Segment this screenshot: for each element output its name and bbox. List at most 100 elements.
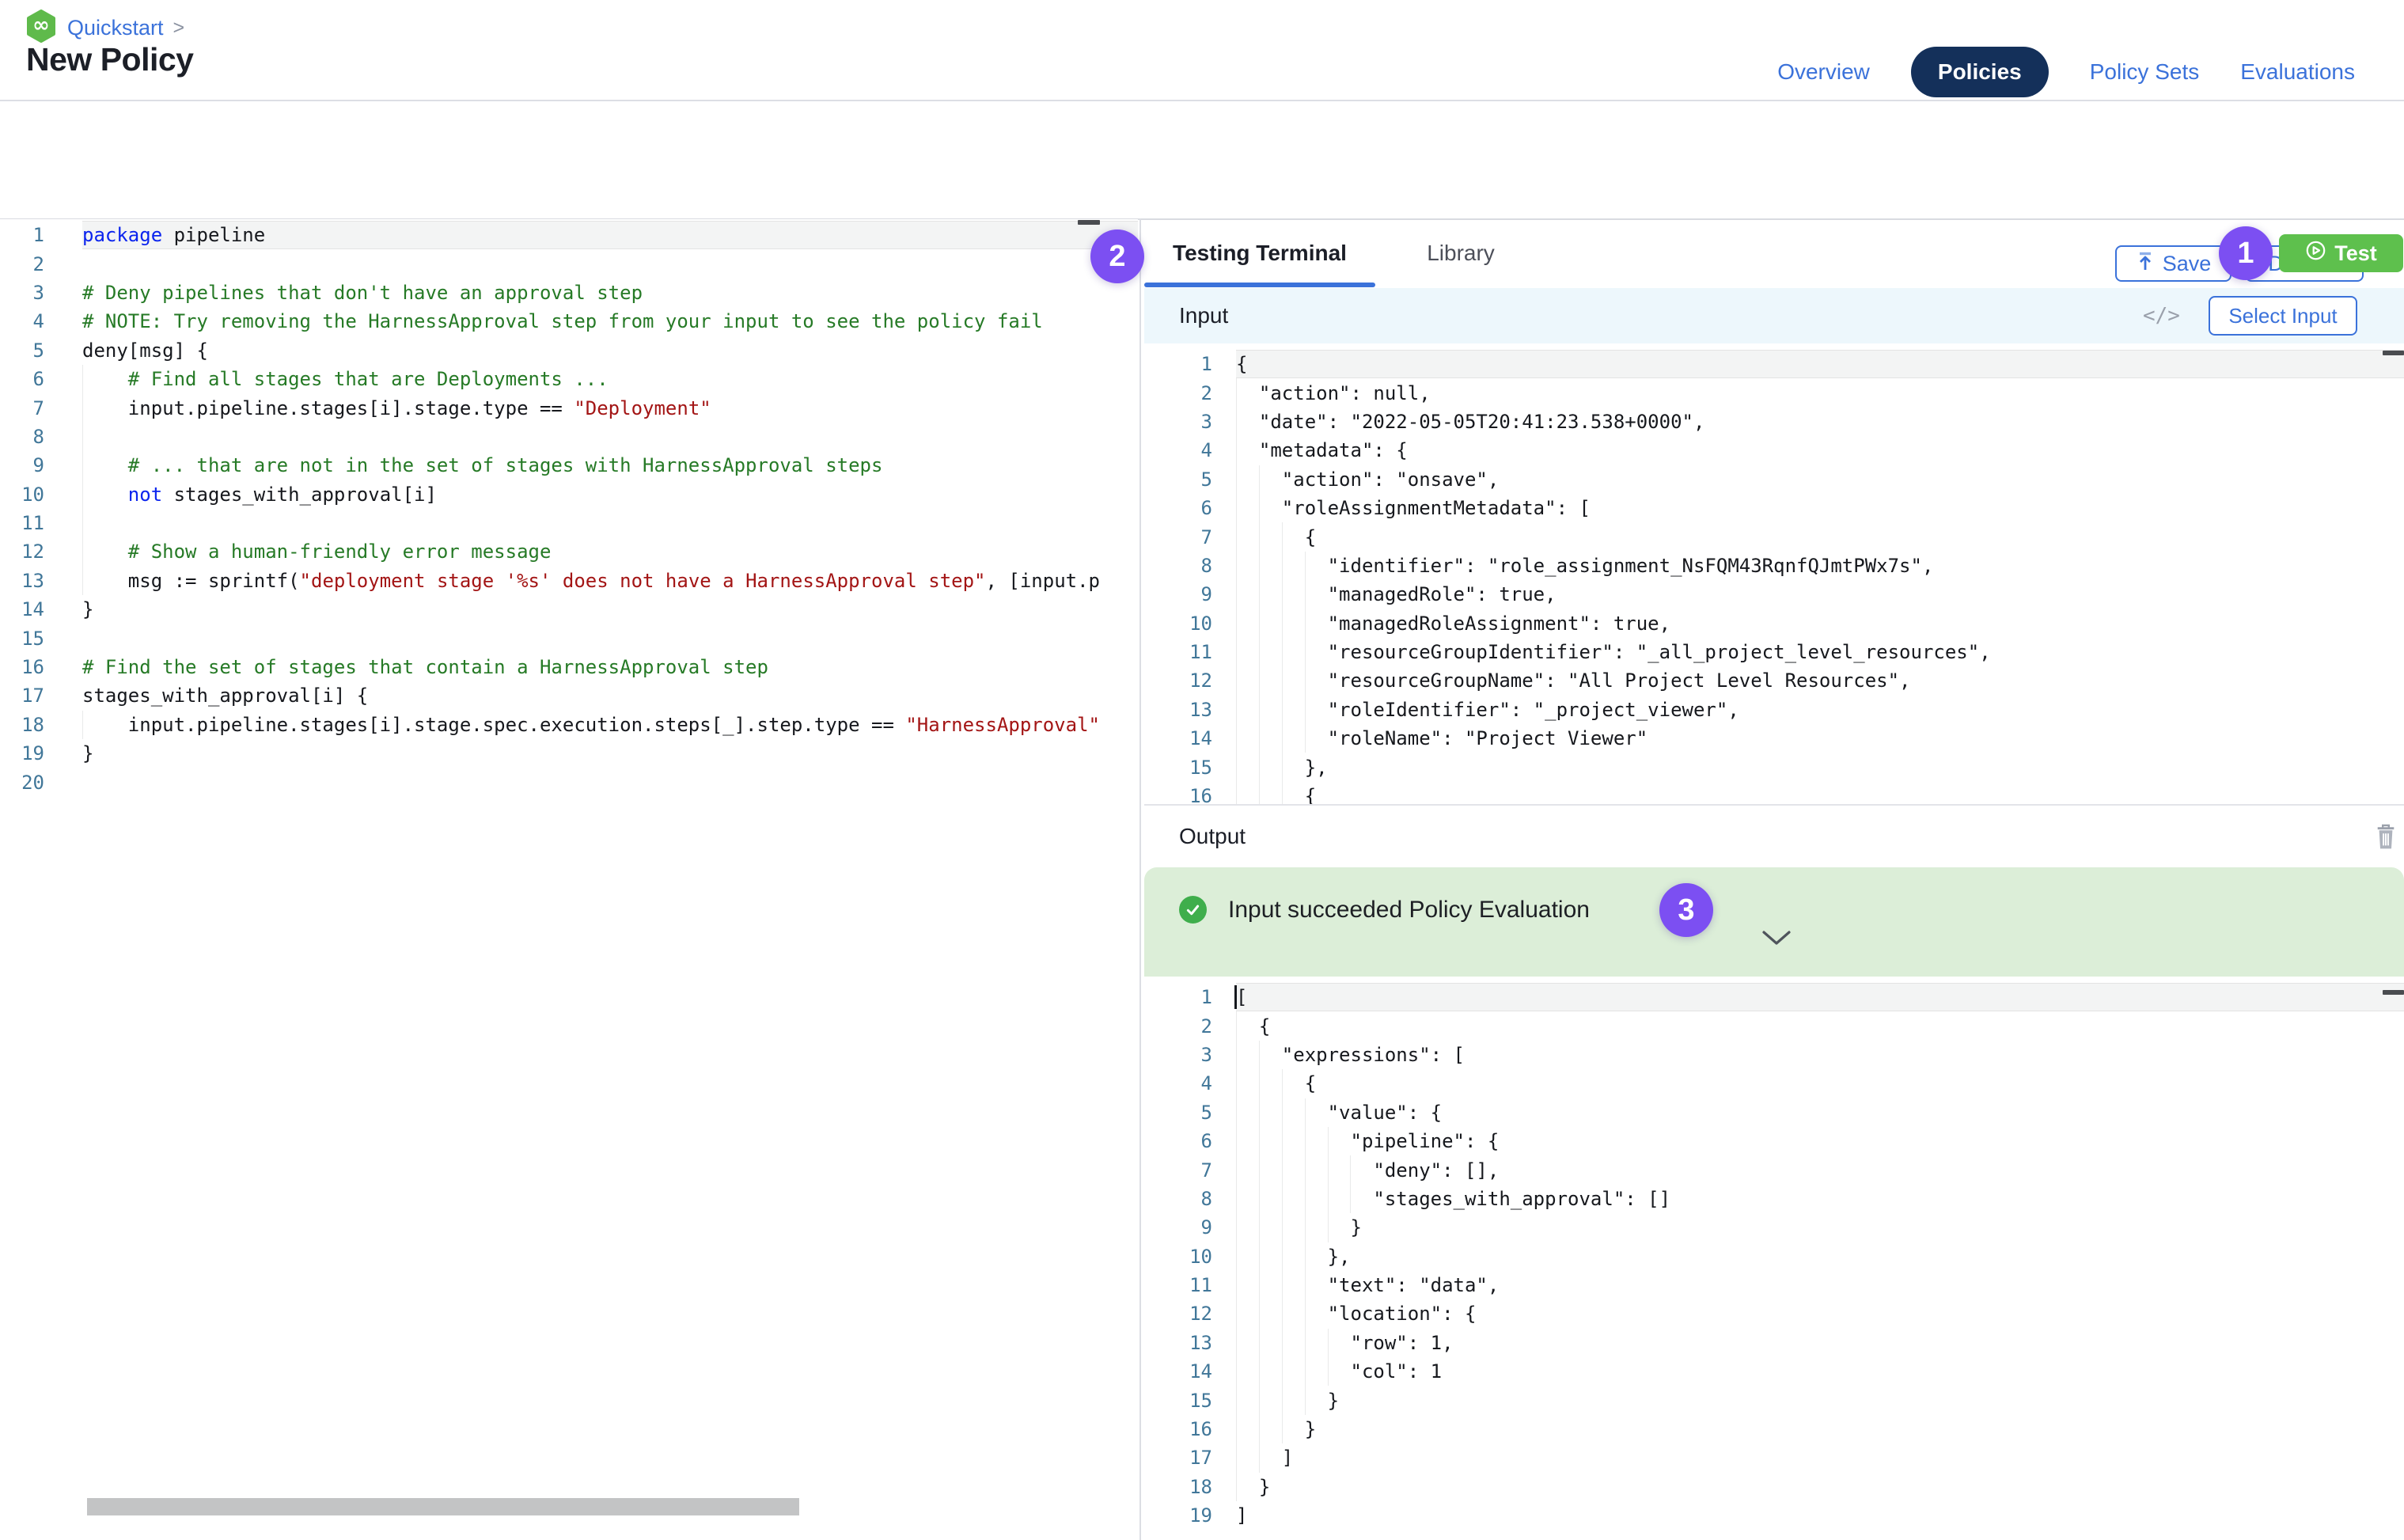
output-title: Output xyxy=(1179,824,1246,849)
code-text: "stages_with_approval": [] xyxy=(1236,1185,2404,1213)
code-line[interactable]: 7 input.pipeline.stages[i].stage.type ==… xyxy=(0,393,1138,422)
code-line[interactable]: 19] xyxy=(1144,1501,2404,1530)
select-input-button[interactable]: Select Input xyxy=(2209,296,2357,336)
code-line[interactable]: 1package pipeline xyxy=(0,221,1138,249)
line-number: 5 xyxy=(1144,468,1212,491)
policy-editor-hscrollbar-thumb[interactable] xyxy=(87,1498,799,1515)
code-line[interactable]: 2 { xyxy=(1144,1011,2404,1040)
code-text: msg := sprintf("deployment stage '%s' do… xyxy=(82,567,1138,595)
code-line[interactable]: 6 # Find all stages that are Deployments… xyxy=(0,365,1138,393)
code-line[interactable]: 16# Find the set of stages that contain … xyxy=(0,653,1138,681)
code-line[interactable]: 9 "managedRole": true, xyxy=(1144,580,2404,609)
code-line[interactable]: 17stages_with_approval[i] { xyxy=(0,681,1138,710)
code-line[interactable]: 13 msg := sprintf("deployment stage '%s'… xyxy=(0,567,1138,595)
code-line[interactable]: 5deny[msg] { xyxy=(0,336,1138,365)
input-editor-scroll-thumb[interactable] xyxy=(2383,351,2404,355)
code-line[interactable]: 11 "resourceGroupIdentifier": "_all_proj… xyxy=(1144,638,2404,666)
policy-code-editor[interactable]: 1package pipeline23# Deny pipelines that… xyxy=(0,219,1138,1495)
evaluation-success-banner: Input succeeded Policy Evaluation xyxy=(1144,867,2404,977)
code-line[interactable]: 13 "row": 1, xyxy=(1144,1329,2404,1357)
code-line[interactable]: 14 "roleName": "Project Viewer" xyxy=(1144,724,2404,753)
line-number: 1 xyxy=(1144,986,1212,1008)
output-editor-scroll-thumb[interactable] xyxy=(2383,990,2404,995)
code-line[interactable]: 19} xyxy=(0,739,1138,768)
code-text xyxy=(82,768,1138,796)
code-line[interactable]: 11 xyxy=(0,509,1138,537)
code-line[interactable]: 18 input.pipeline.stages[i].stage.spec.e… xyxy=(0,711,1138,739)
code-line[interactable]: 9 } xyxy=(1144,1213,2404,1242)
code-line[interactable]: 10 not stages_with_approval[i] xyxy=(0,480,1138,509)
code-line[interactable]: 11 "text": "data", xyxy=(1144,1271,2404,1299)
chevron-down-icon[interactable] xyxy=(1760,929,1793,950)
code-text xyxy=(82,423,1138,451)
page-header: ∞ Quickstart > New Policy Overview Polic… xyxy=(0,0,2404,101)
output-json-editor[interactable]: 1[2 {3 "expressions": [4 {5 "value": {6 … xyxy=(1144,977,2404,1540)
code-line[interactable]: 18 } xyxy=(1144,1473,2404,1501)
code-line[interactable]: 2 "action": null, xyxy=(1144,378,2404,407)
tab-testing-terminal[interactable]: Testing Terminal xyxy=(1144,219,1375,287)
line-number: 12 xyxy=(0,541,44,563)
code-line[interactable]: 12 "location": { xyxy=(1144,1299,2404,1328)
page-title: New Policy xyxy=(26,41,193,78)
code-line[interactable]: 3 "date": "2022-05-05T20:41:23.538+0000"… xyxy=(1144,408,2404,436)
input-json-editor[interactable]: 1{2 "action": null,3 "date": "2022-05-05… xyxy=(1144,343,2404,810)
code-line[interactable]: 1[ xyxy=(1144,983,2404,1011)
code-line[interactable]: 16 } xyxy=(1144,1415,2404,1443)
code-line[interactable]: 7 { xyxy=(1144,522,2404,551)
code-line[interactable]: 12 # Show a human-friendly error message xyxy=(0,537,1138,566)
code-line[interactable]: 5 "value": { xyxy=(1144,1098,2404,1127)
annotation-badge-2: 2 xyxy=(1090,229,1144,283)
code-line[interactable]: 6 "roleAssignmentMetadata": [ xyxy=(1144,494,2404,522)
code-line[interactable]: 8 "stages_with_approval": [] xyxy=(1144,1185,2404,1213)
code-line[interactable]: 14} xyxy=(0,595,1138,624)
code-icon[interactable]: </> xyxy=(2143,304,2180,328)
line-number: 15 xyxy=(0,628,44,650)
code-line[interactable]: 6 "pipeline": { xyxy=(1144,1127,2404,1155)
code-line[interactable]: 9 # ... that are not in the set of stage… xyxy=(0,451,1138,480)
tab-testing-terminal-label: Testing Terminal xyxy=(1173,241,1347,266)
tab-library[interactable]: Library xyxy=(1423,219,1499,287)
breadcrumb-link-quickstart[interactable]: Quickstart xyxy=(67,16,164,40)
line-number: 16 xyxy=(0,656,44,678)
code-line[interactable]: 7 "deny": [], xyxy=(1144,1155,2404,1184)
code-line[interactable]: 15 xyxy=(0,624,1138,652)
annotation-badge-3: 3 xyxy=(1659,883,1713,937)
code-line[interactable]: 10 }, xyxy=(1144,1242,2404,1271)
code-line[interactable]: 4 "metadata": { xyxy=(1144,436,2404,465)
code-line[interactable]: 13 "roleIdentifier": "_project_viewer", xyxy=(1144,696,2404,724)
line-number: 10 xyxy=(0,484,44,506)
code-line[interactable]: 5 "action": "onsave", xyxy=(1144,465,2404,494)
nav-policy-sets[interactable]: Policy Sets xyxy=(2090,59,2200,85)
line-number: 18 xyxy=(1144,1476,1212,1498)
code-line[interactable]: 3# Deny pipelines that don't have an app… xyxy=(0,279,1138,307)
code-text xyxy=(82,249,1138,278)
line-number: 11 xyxy=(1144,641,1212,663)
code-line[interactable]: 1{ xyxy=(1144,350,2404,378)
line-number: 11 xyxy=(1144,1274,1212,1296)
line-number: 9 xyxy=(1144,583,1212,605)
policy-editor-scroll-thumb[interactable] xyxy=(1078,220,1100,225)
nav-overview[interactable]: Overview xyxy=(1777,59,1870,85)
code-line[interactable]: 10 "managedRoleAssignment": true, xyxy=(1144,609,2404,638)
code-line[interactable]: 8 xyxy=(0,423,1138,451)
code-text: } xyxy=(1236,1386,2404,1414)
code-line[interactable]: 4# NOTE: Try removing the HarnessApprova… xyxy=(0,307,1138,336)
code-line[interactable]: 4 { xyxy=(1144,1069,2404,1098)
code-text: { xyxy=(1236,1069,2404,1098)
nav-evaluations[interactable]: Evaluations xyxy=(2240,59,2355,85)
code-text: } xyxy=(1236,1213,2404,1242)
trash-icon[interactable] xyxy=(2376,823,2396,854)
pane-divider[interactable] xyxy=(1139,218,1141,1540)
code-line[interactable]: 14 "col": 1 xyxy=(1144,1357,2404,1386)
code-line[interactable]: 20 xyxy=(0,768,1138,796)
code-line[interactable]: 8 "identifier": "role_assignment_NsFQM43… xyxy=(1144,552,2404,580)
code-line[interactable]: 3 "expressions": [ xyxy=(1144,1041,2404,1069)
nav-policies[interactable]: Policies xyxy=(1911,47,2049,97)
test-button[interactable]: Test xyxy=(2279,234,2403,272)
code-line[interactable]: 2 xyxy=(0,249,1138,278)
code-line[interactable]: 17 ] xyxy=(1144,1443,2404,1472)
code-line[interactable]: 12 "resourceGroupName": "All Project Lev… xyxy=(1144,666,2404,695)
code-text: "resourceGroupIdentifier": "_all_project… xyxy=(1236,638,2404,666)
code-line[interactable]: 15 }, xyxy=(1144,753,2404,781)
code-line[interactable]: 15 } xyxy=(1144,1386,2404,1414)
